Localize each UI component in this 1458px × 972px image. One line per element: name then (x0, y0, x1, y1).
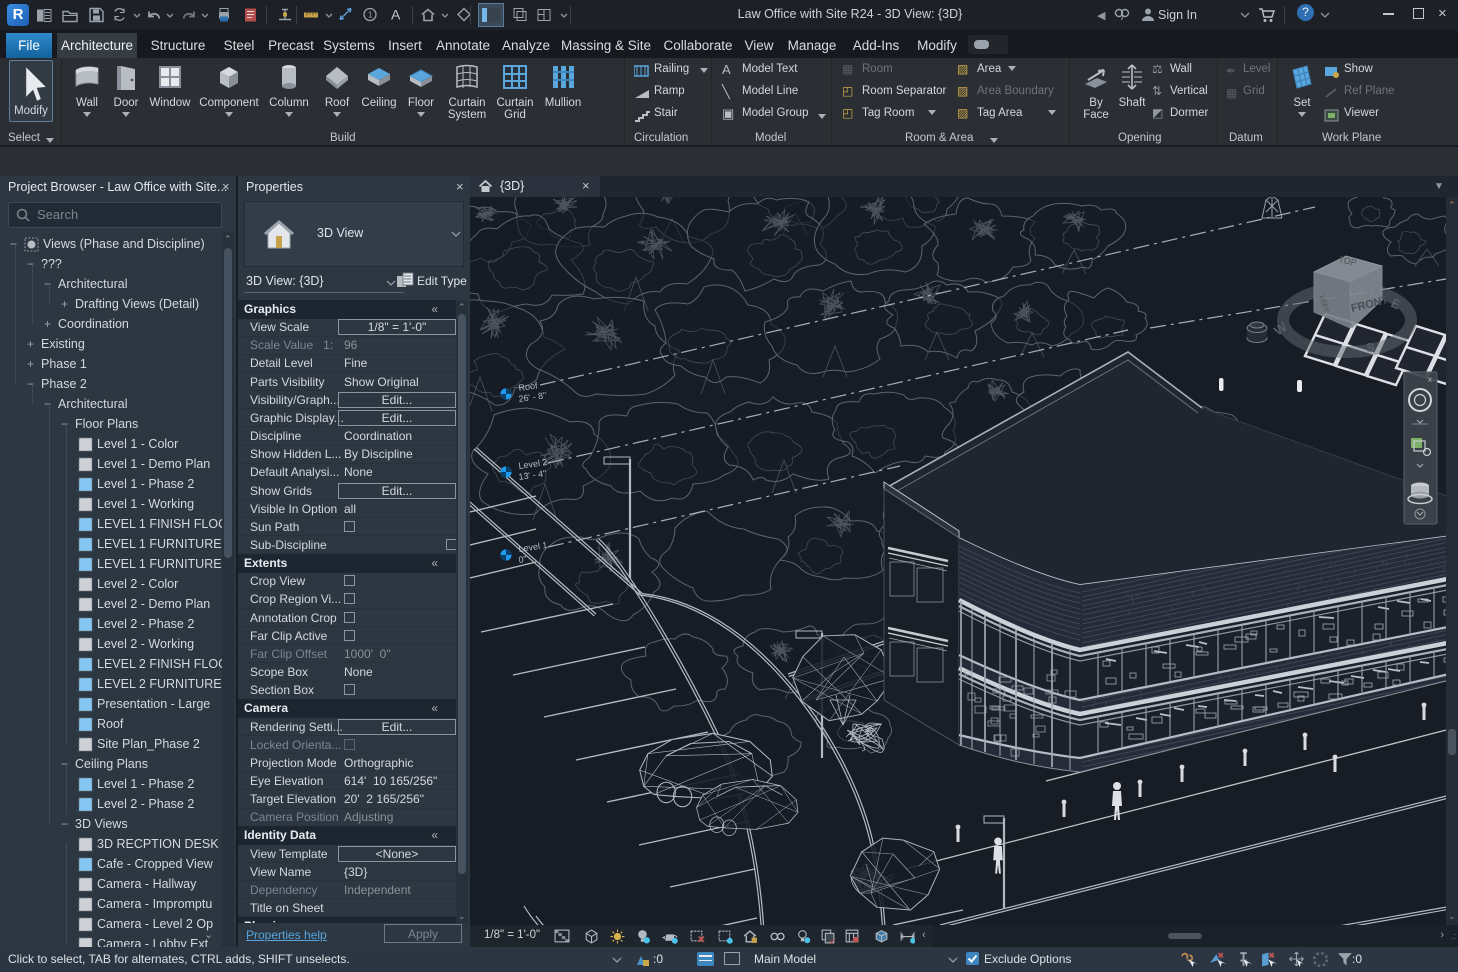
svg-text:x: x (1428, 375, 1432, 384)
svg-text:A: A (391, 7, 401, 23)
svg-text:0": 0" (518, 554, 528, 565)
svg-text:1: 1 (368, 11, 373, 20)
svg-text:S: S (1366, 340, 1375, 355)
